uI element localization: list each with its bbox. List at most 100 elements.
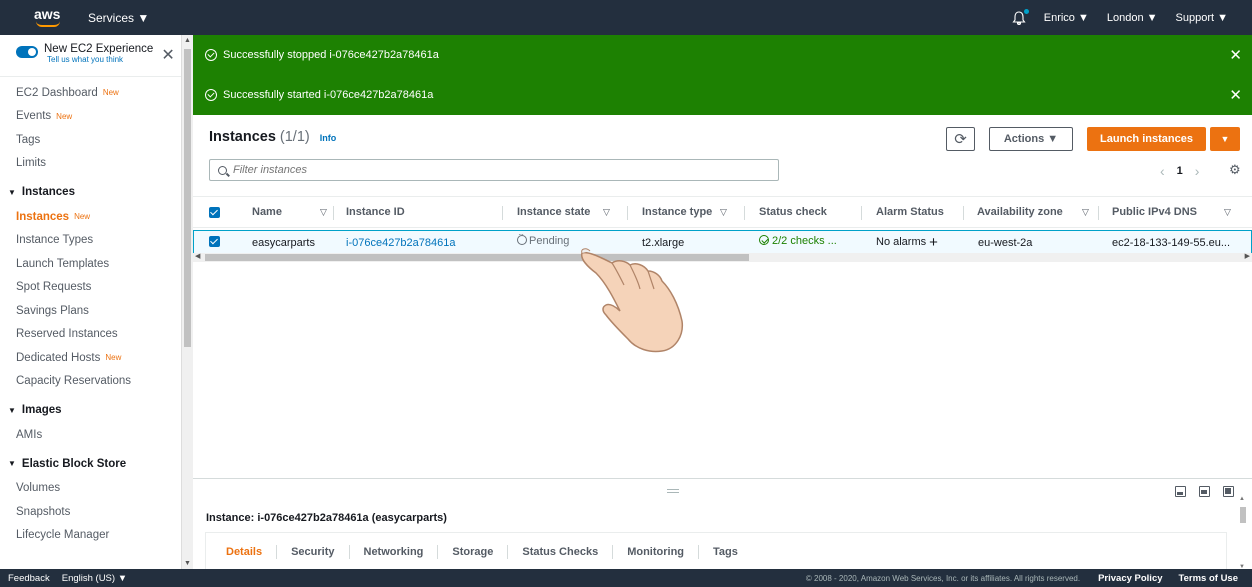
column-divider[interactable] [1098, 206, 1099, 220]
tab-status-checks[interactable]: Status Checks [508, 544, 614, 559]
new-experience-toggle[interactable] [16, 46, 38, 58]
column-header-alarm-status[interactable]: Alarm Status [876, 206, 944, 218]
select-all-checkbox[interactable] [209, 207, 220, 218]
sidebar-item-instance-types[interactable]: Instance Types [0, 229, 181, 253]
table-horizontal-scrollbar[interactable]: ◀ ▶ [193, 253, 1252, 262]
support-menu[interactable]: Support ▼ [1176, 12, 1228, 24]
column-divider[interactable] [502, 206, 503, 220]
column-divider[interactable] [744, 206, 745, 220]
actions-button[interactable]: Actions ▼ [989, 127, 1073, 151]
close-icon[interactable]: ✕ [1229, 46, 1242, 64]
column-header-instance-state[interactable]: Instance state ▽ [517, 206, 610, 218]
tab-tags[interactable]: Tags [699, 545, 752, 559]
instance-id-link[interactable]: i-076ce427b2a78461a [346, 237, 456, 249]
scroll-up-icon[interactable]: ▲ [1239, 496, 1245, 502]
sidebar-item-capacity-reservations[interactable]: Capacity Reservations [0, 370, 181, 394]
tab-monitoring[interactable]: Monitoring [613, 544, 700, 559]
sidebar-item-label: Volumes [16, 482, 61, 495]
chevron-right-icon[interactable]: › [1195, 163, 1200, 179]
sidebar-section-instances[interactable]: ▼ Instances [0, 179, 181, 205]
column-divider[interactable] [861, 206, 862, 220]
scroll-up-icon[interactable]: ▲ [184, 37, 191, 44]
sidebar-item-savings-plans[interactable]: Savings Plans [0, 299, 181, 323]
sidebar-item-lifecycle-manager[interactable]: Lifecycle Manager [0, 524, 181, 548]
page-number[interactable]: 1 [1177, 165, 1183, 177]
tab-details[interactable]: Details [212, 544, 278, 559]
info-link[interactable]: Info [320, 133, 337, 143]
privacy-policy-link[interactable]: Privacy Policy [1098, 573, 1162, 584]
new-badge: New [56, 111, 73, 121]
sidebar-item-dedicated-hosts[interactable]: Dedicated Hosts New [0, 346, 181, 370]
sidebar-scrollbar[interactable]: ▲ ▼ [181, 35, 193, 569]
horizontal-scroll-thumb[interactable] [205, 254, 749, 261]
sidebar-item-spot-requests[interactable]: Spot Requests [0, 276, 181, 300]
sidebar-section-images[interactable]: ▼ Images [0, 397, 181, 423]
launch-instances-button[interactable]: Launch instances [1087, 127, 1206, 151]
instance-details-title: Instance: i-076ce427b2a78461a (easycarpa… [206, 512, 447, 524]
tab-networking[interactable]: Networking [350, 544, 439, 559]
sidebar-item-label: Capacity Reservations [16, 375, 132, 388]
row-checkbox[interactable] [209, 236, 220, 247]
sidebar-item-tags[interactable]: Tags [0, 128, 181, 152]
sort-filter-icon[interactable]: ▽ [320, 207, 327, 218]
scroll-left-icon[interactable]: ◀ [195, 252, 200, 260]
sidebar-item-ec2-dashboard[interactable]: EC2 Dashboard New [0, 81, 181, 105]
sidebar-item-events[interactable]: Events New [0, 105, 181, 129]
pane-full-icon[interactable] [1223, 486, 1234, 497]
tab-security[interactable]: Security [277, 544, 350, 559]
column-divider[interactable] [627, 206, 628, 220]
sidebar-item-snapshots[interactable]: Snapshots [0, 500, 181, 524]
add-alarm-icon[interactable]: + [929, 234, 938, 251]
sidebar-item-launch-templates[interactable]: Launch Templates [0, 252, 181, 276]
column-divider[interactable] [333, 206, 334, 220]
feedback-link[interactable]: Feedback [8, 573, 50, 584]
column-header-instance-type[interactable]: Instance type ▽ [642, 206, 727, 218]
column-header-instance-id[interactable]: Instance ID [346, 206, 405, 218]
scroll-down-icon[interactable]: ▼ [184, 560, 191, 567]
sort-filter-icon[interactable]: ▽ [1082, 207, 1089, 218]
sidebar-item-instances[interactable]: Instances New [0, 205, 181, 229]
details-split-pane: Instance: i-076ce427b2a78461a (easycarpa… [193, 478, 1252, 570]
column-label: Instance state [517, 206, 591, 218]
column-header-status-check[interactable]: Status check [759, 206, 827, 218]
caret-down-icon: ▼ [8, 405, 16, 415]
language-selector[interactable]: English (US) ▼ [62, 573, 127, 584]
details-vertical-scrollbar[interactable]: ▲ ▼ [1238, 496, 1248, 570]
sidebar-item-limits[interactable]: Limits [0, 152, 181, 176]
details-scroll-thumb[interactable] [1240, 507, 1246, 523]
sidebar-item-volumes[interactable]: Volumes [0, 477, 181, 501]
sidebar-item-amis[interactable]: AMIs [0, 423, 181, 447]
sidebar-section-elastic-block-store[interactable]: ▼ Elastic Block Store [0, 451, 181, 477]
caret-down-icon: ▼ [8, 187, 16, 197]
sort-filter-icon[interactable]: ▽ [1224, 207, 1231, 218]
status-check[interactable]: 2/2 checks ... [759, 235, 837, 247]
column-header-public-ipv4-dns[interactable]: Public IPv4 DNS ▽ [1112, 206, 1231, 218]
filter-instances-input[interactable] [233, 164, 753, 176]
gear-icon[interactable]: ⚙ [1229, 162, 1241, 178]
pane-split-icon[interactable] [1199, 486, 1210, 497]
column-header-name[interactable]: Name ▽ [252, 206, 327, 218]
column-divider[interactable] [963, 206, 964, 220]
table-row[interactable]: easycarparts i-076ce427b2a78461a Pending… [193, 230, 1252, 254]
terms-of-use-link[interactable]: Terms of Use [1179, 573, 1238, 584]
sidebar-item-reserved-instances[interactable]: Reserved Instances [0, 323, 181, 347]
aws-logo[interactable]: aws [34, 4, 68, 32]
tab-storage[interactable]: Storage [438, 544, 509, 559]
sort-filter-icon[interactable]: ▽ [603, 207, 610, 218]
refresh-button[interactable]: ⟳ [946, 127, 975, 151]
scroll-right-icon[interactable]: ▶ [1245, 252, 1250, 260]
region-menu[interactable]: London ▼ [1107, 12, 1158, 24]
services-menu[interactable]: Services ▼ [88, 11, 149, 25]
chevron-left-icon[interactable]: ‹ [1160, 163, 1165, 179]
notifications-bell-icon[interactable] [1012, 8, 1029, 25]
column-header-availability-zone[interactable]: Availability zone ▽ [977, 206, 1089, 218]
close-icon[interactable]: ✕ [1229, 86, 1242, 104]
sort-filter-icon[interactable]: ▽ [720, 207, 727, 218]
sidebar-scroll-thumb[interactable] [184, 49, 191, 347]
pane-resize-handle[interactable] [667, 489, 679, 493]
feedback-link[interactable]: Tell us what you think [47, 55, 153, 64]
pane-bottom-icon[interactable] [1175, 486, 1186, 497]
user-menu[interactable]: Enrico ▼ [1044, 12, 1089, 24]
close-icon[interactable]: ✕ [161, 45, 174, 65]
launch-dropdown-button[interactable]: ▼ [1210, 127, 1240, 151]
